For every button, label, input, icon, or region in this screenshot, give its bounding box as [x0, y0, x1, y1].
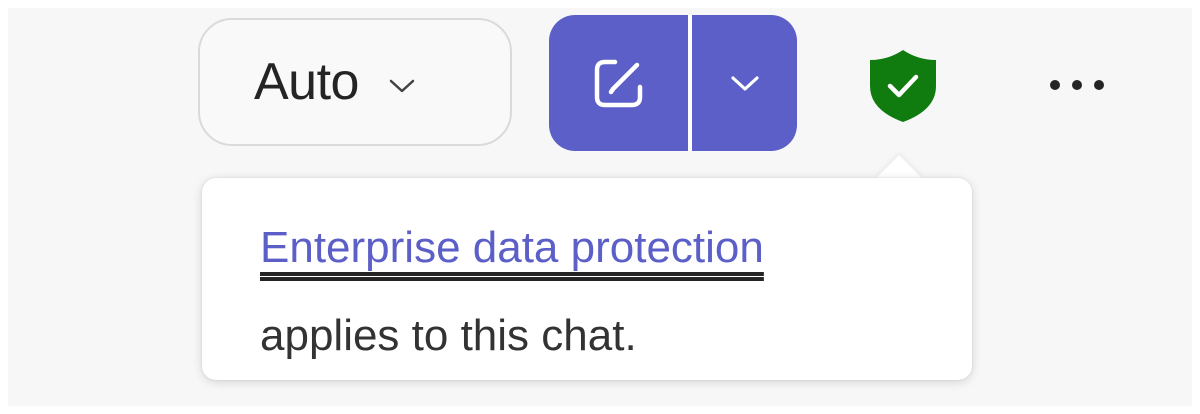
- popover-message: applies to this chat.: [260, 311, 637, 360]
- more-horizontal-icon: [1050, 80, 1104, 90]
- compose-options-dropdown[interactable]: [692, 15, 797, 151]
- chevron-down-icon: [389, 79, 415, 93]
- more-options-button[interactable]: [1046, 60, 1108, 110]
- popover-body: Enterprise data protection applies to th…: [260, 204, 764, 380]
- shield-check-icon[interactable]: [866, 48, 940, 124]
- mode-select[interactable]: Auto: [198, 18, 512, 146]
- mode-select-value: Auto: [254, 53, 359, 111]
- chevron-down-icon: [730, 76, 759, 91]
- compose-split-button: [549, 15, 797, 151]
- enterprise-data-protection-link[interactable]: Enterprise data protection: [260, 223, 764, 272]
- data-protection-popover: Enterprise data protection applies to th…: [202, 178, 972, 380]
- compose-icon: [594, 59, 642, 108]
- compose-button[interactable]: [549, 15, 688, 151]
